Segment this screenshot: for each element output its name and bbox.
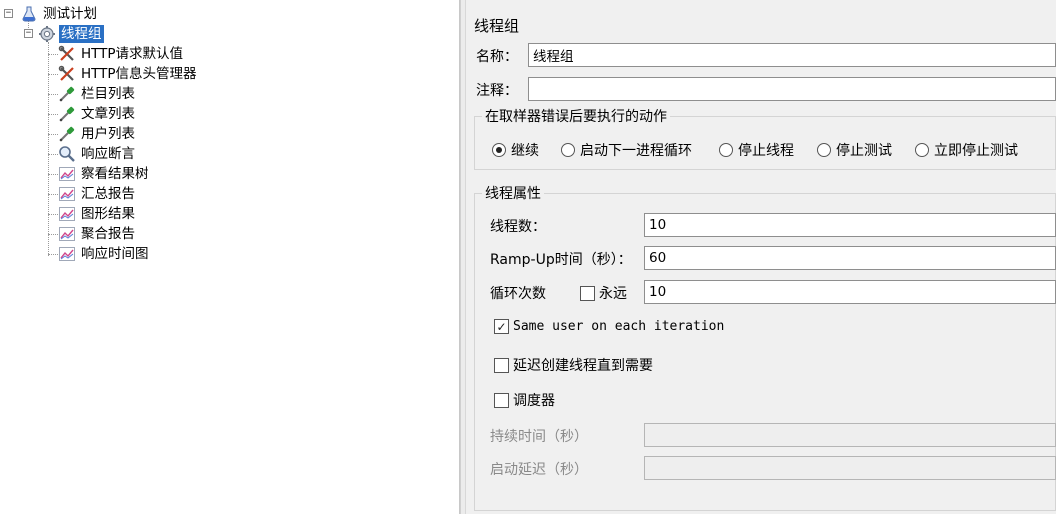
loop-count-input[interactable] <box>644 280 1056 304</box>
wrench-icon <box>58 45 76 63</box>
sampler-error-title: 在取样器错误后要执行的动作 <box>482 106 670 126</box>
tree-node-child[interactable]: 栏目列表 <box>58 84 137 104</box>
tree-label: 响应时间图 <box>81 246 149 262</box>
flask-icon <box>20 5 38 23</box>
wrench-icon <box>58 65 76 83</box>
radio-continue[interactable]: 继续 <box>492 140 539 160</box>
tree-label: 栏目列表 <box>81 86 135 102</box>
threads-input[interactable] <box>644 213 1056 237</box>
graph-icon <box>58 205 76 223</box>
tree-label-selected: 线程组 <box>59 25 104 43</box>
name-label: 名称： <box>476 49 518 65</box>
comment-input[interactable] <box>528 77 1056 101</box>
tree-node-child[interactable]: HTTP信息头管理器 <box>58 64 199 84</box>
thread-properties-title: 线程属性 <box>482 183 544 203</box>
same-user-label: Same user on each iteration <box>513 319 725 334</box>
tree-label: 聚合报告 <box>81 226 135 242</box>
tree-node-thread-group[interactable]: − 线程组 <box>24 24 104 44</box>
forever-checkbox[interactable]: 永远 <box>580 283 627 303</box>
pipette-icon <box>58 125 76 143</box>
graph-icon <box>58 225 76 243</box>
tree-label: 图形结果 <box>81 206 135 222</box>
tree-label: 响应断言 <box>81 146 135 162</box>
rampup-input[interactable] <box>644 246 1056 270</box>
tree-node-test-plan[interactable]: − 测试计划 <box>4 4 99 24</box>
tree-connector <box>48 194 58 195</box>
collapse-toggle[interactable]: − <box>24 29 33 38</box>
tree-connector <box>48 234 58 235</box>
scheduler-label: 调度器 <box>513 393 555 409</box>
tree-connector <box>48 254 58 255</box>
form-title: 线程组 <box>474 17 520 35</box>
radio-indicator <box>492 143 506 157</box>
checkbox-box <box>494 357 509 373</box>
tree-label: 文章列表 <box>81 106 135 122</box>
tree-connector <box>48 134 58 135</box>
tree-label: HTTP信息头管理器 <box>81 66 197 82</box>
tree-node-child[interactable]: 图形结果 <box>58 204 137 224</box>
duration-label: 持续时间（秒） <box>490 429 588 445</box>
startup-delay-input[interactable] <box>644 456 1056 480</box>
tree-node-child[interactable]: 聚合报告 <box>58 224 137 244</box>
checkbox-box: ✓ <box>494 319 509 334</box>
radio-indicator <box>817 143 831 157</box>
tree-connector <box>48 214 58 215</box>
radio-stop-test[interactable]: 停止测试 <box>817 140 892 160</box>
tree-node-child[interactable]: 响应时间图 <box>58 244 151 264</box>
scheduler-checkbox[interactable]: 调度器 <box>494 390 555 410</box>
comment-label: 注释： <box>476 83 518 99</box>
thread-group-form: 线程组 名称： 注释： 在取样器错误后要执行的动作 继续 启动下一进程循环 停止… <box>466 0 1056 514</box>
startup-delay-label: 启动延迟（秒） <box>490 462 588 478</box>
checkbox-box <box>580 285 595 301</box>
duration-input[interactable] <box>644 423 1056 447</box>
graph-icon <box>58 165 76 183</box>
tree-connector <box>48 74 58 75</box>
radio-label: 继续 <box>511 143 539 159</box>
graph-icon <box>58 245 76 263</box>
tree-connector <box>48 114 58 115</box>
radio-label: 立即停止测试 <box>934 143 1018 159</box>
tree-connector <box>48 174 58 175</box>
tree-label: 用户列表 <box>81 126 135 142</box>
tree-node-child[interactable]: 用户列表 <box>58 124 137 144</box>
radio-indicator <box>561 143 575 157</box>
radio-indicator <box>719 143 733 157</box>
radio-stop-test-now[interactable]: 立即停止测试 <box>915 140 1018 160</box>
rampup-label: Ramp-Up时间（秒）： <box>490 252 632 268</box>
radio-label: 启动下一进程循环 <box>580 143 692 159</box>
test-plan-tree[interactable]: − 测试计划 − 线程组 HTTP请求默认值 HTTP信息头管理器 栏目列表文章列表… <box>0 0 460 514</box>
magnifier-icon <box>58 145 76 163</box>
radio-indicator <box>915 143 929 157</box>
loop-count-label: 循环次数 <box>490 286 546 302</box>
pipette-icon <box>58 105 76 123</box>
gear-icon <box>38 25 56 43</box>
tree-connector <box>48 54 58 55</box>
tree-label: 汇总报告 <box>81 186 135 202</box>
radio-stop-thread[interactable]: 停止线程 <box>719 140 794 160</box>
same-user-checkbox[interactable]: ✓ Same user on each iteration <box>494 319 724 334</box>
delay-thread-creation-checkbox[interactable]: 延迟创建线程直到需要 <box>494 355 653 375</box>
tree-node-child[interactable]: 汇总报告 <box>58 184 137 204</box>
threads-label: 线程数： <box>490 219 546 235</box>
graph-icon <box>58 185 76 203</box>
tree-node-child[interactable]: 察看结果树 <box>58 164 151 184</box>
collapse-toggle[interactable]: − <box>4 9 13 18</box>
tree-label: HTTP请求默认值 <box>81 46 184 62</box>
tree-label: 测试计划 <box>43 6 97 22</box>
tree-connector <box>48 154 58 155</box>
tree-node-child[interactable]: HTTP请求默认值 <box>58 44 185 64</box>
tree-node-child[interactable]: 响应断言 <box>58 144 137 164</box>
pipette-icon <box>58 85 76 103</box>
tree-connector <box>48 94 58 95</box>
delay-label: 延迟创建线程直到需要 <box>513 358 653 374</box>
forever-label: 永远 <box>599 286 627 302</box>
radio-start-next-loop[interactable]: 启动下一进程循环 <box>561 140 692 160</box>
tree-label: 察看结果树 <box>81 166 149 182</box>
radio-label: 停止线程 <box>738 143 794 159</box>
radio-label: 停止测试 <box>836 143 892 159</box>
checkbox-box <box>494 392 509 408</box>
tree-node-child[interactable]: 文章列表 <box>58 104 137 124</box>
name-input[interactable] <box>528 43 1056 67</box>
